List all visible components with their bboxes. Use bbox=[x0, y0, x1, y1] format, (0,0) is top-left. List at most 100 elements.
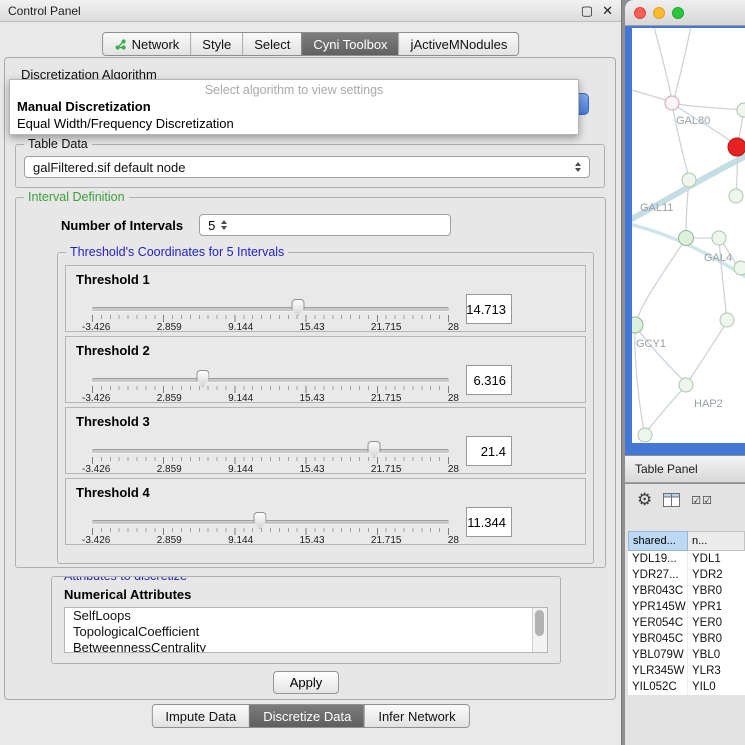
tab-network[interactable]: Network bbox=[103, 33, 191, 55]
network-node[interactable] bbox=[679, 378, 693, 392]
zoom-traffic-light[interactable] bbox=[672, 7, 684, 19]
attributes-list[interactable]: SelfLoops TopologicalCoefficient Between… bbox=[64, 607, 548, 653]
threshold-1-value-field[interactable]: 14.713 bbox=[466, 294, 512, 324]
table-cell[interactable]: YDR2 bbox=[688, 567, 745, 583]
slider-track[interactable] bbox=[92, 307, 449, 312]
scrollbar-thumb[interactable] bbox=[535, 610, 544, 636]
number-of-intervals-combobox[interactable]: 5 bbox=[199, 214, 451, 236]
slider-thumb[interactable] bbox=[253, 512, 266, 529]
network-node[interactable] bbox=[737, 103, 745, 117]
threshold-3-slider[interactable]: -3.426 2.859 9.144 15.43 21.715 28 bbox=[92, 440, 449, 474]
list-scrollbar[interactable] bbox=[532, 608, 547, 652]
table-cell[interactable]: YPR1 bbox=[688, 599, 745, 615]
threshold-2-value-field[interactable]: 6.316 bbox=[466, 365, 512, 395]
table-row[interactable]: YBR043C YBR0 bbox=[628, 583, 745, 599]
table-cell[interactable]: YDL19... bbox=[628, 551, 688, 567]
table-panel-titlebar[interactable]: Table Panel bbox=[625, 456, 745, 483]
table-cell[interactable]: YBR0 bbox=[688, 583, 745, 599]
threshold-4-value-field[interactable]: 11.344 bbox=[466, 507, 512, 537]
table-cell[interactable]: YIL052C bbox=[628, 679, 688, 695]
network-node[interactable] bbox=[712, 231, 726, 245]
table-cell[interactable]: YBR045C bbox=[628, 631, 688, 647]
table-row[interactable]: YDR27... YDR2 bbox=[628, 567, 745, 583]
tab-style[interactable]: Style bbox=[190, 33, 242, 55]
table-row[interactable]: YIL052C YIL0 bbox=[628, 679, 745, 695]
table-row[interactable]: YPR145W YPR1 bbox=[628, 599, 745, 615]
slider-thumb[interactable] bbox=[196, 370, 209, 387]
slider-track[interactable] bbox=[92, 520, 449, 525]
table-cell[interactable]: YBR0 bbox=[688, 631, 745, 647]
checkbox-icons[interactable]: ☑☑ bbox=[691, 494, 713, 507]
numerical-attributes-label: Numerical Attributes bbox=[64, 587, 191, 602]
list-item[interactable]: TopologicalCoefficient bbox=[65, 624, 547, 640]
table-cell[interactable]: YER054C bbox=[628, 615, 688, 631]
scale-label: 28 bbox=[448, 393, 459, 404]
table-row[interactable]: YER054C YER0 bbox=[628, 615, 745, 631]
network-node[interactable] bbox=[734, 261, 745, 275]
slider-thumb[interactable] bbox=[368, 441, 381, 458]
table-row[interactable]: YBL079W YBL0 bbox=[628, 647, 745, 663]
table-cell[interactable]: YBL0 bbox=[688, 647, 745, 663]
table-cell[interactable]: YDR27... bbox=[628, 567, 688, 583]
table-cell[interactable]: YER0 bbox=[688, 615, 745, 631]
network-canvas[interactable]: GAL80 GAL11 GAL4 GCY1 HAP2 bbox=[632, 28, 745, 443]
tab-jactivemnodules[interactable]: jActiveMNodules bbox=[399, 33, 519, 55]
slider-track[interactable] bbox=[92, 378, 449, 383]
slider-thumb[interactable] bbox=[291, 299, 304, 316]
close-icon[interactable]: ✕ bbox=[602, 3, 613, 19]
settings-gear-icon[interactable]: ⚙ bbox=[637, 490, 652, 510]
network-node[interactable] bbox=[638, 428, 652, 442]
table-cell[interactable]: YBR043C bbox=[628, 583, 688, 599]
column-header-shared-name[interactable]: shared... bbox=[628, 531, 688, 551]
threshold-3-value-field[interactable]: 21.4 bbox=[466, 436, 512, 466]
table-data-legend: Table Data bbox=[24, 137, 92, 151]
table-cell[interactable]: YBL079W bbox=[628, 647, 688, 663]
table-header-row: shared... n... bbox=[628, 531, 745, 551]
table-cell[interactable]: YDL1 bbox=[688, 551, 745, 567]
scale-label: 9.144 bbox=[228, 393, 253, 404]
network-node[interactable] bbox=[682, 173, 696, 187]
column-header-name[interactable]: n... bbox=[688, 531, 745, 551]
table-cell[interactable]: YIL0 bbox=[688, 679, 745, 695]
scale-label: -3.426 bbox=[82, 464, 110, 475]
float-window-icon[interactable]: ▢ bbox=[581, 3, 593, 19]
tab-style-label: Style bbox=[202, 37, 231, 52]
threshold-4-slider[interactable]: -3.426 2.859 9.144 15.43 21.715 28 bbox=[92, 511, 449, 545]
network-node[interactable] bbox=[632, 317, 643, 333]
apply-button[interactable]: Apply bbox=[273, 671, 339, 694]
table-row[interactable]: YLR345W YLR3 bbox=[628, 663, 745, 679]
table-row[interactable]: YBR045C YBR0 bbox=[628, 631, 745, 647]
network-node[interactable] bbox=[720, 313, 734, 327]
combo-arrows-icon bbox=[575, 162, 581, 172]
list-item[interactable]: BetweennessCentrality bbox=[65, 640, 547, 653]
tab-impute-data[interactable]: Impute Data bbox=[152, 705, 249, 727]
scale-label: 15.43 bbox=[300, 535, 325, 546]
table-data-combobox[interactable]: galFiltered.sif default node bbox=[24, 156, 590, 178]
tab-cyni-toolbox[interactable]: Cyni Toolbox bbox=[301, 33, 398, 55]
network-nodes[interactable] bbox=[632, 96, 745, 442]
minimize-traffic-light[interactable] bbox=[653, 7, 665, 19]
tab-infer-network[interactable]: Infer Network bbox=[364, 705, 468, 727]
network-node-selected-red[interactable] bbox=[728, 138, 745, 156]
table-columns-icon[interactable] bbox=[663, 493, 680, 507]
table-cell[interactable]: YLR345W bbox=[628, 663, 688, 679]
tab-select[interactable]: Select bbox=[242, 33, 301, 55]
control-panel-titlebar[interactable]: Control Panel ▢ ✕ bbox=[0, 0, 621, 22]
network-node[interactable] bbox=[679, 231, 694, 246]
algorithm-option-equal-width[interactable]: Equal Width/Frequency Discretization bbox=[10, 115, 578, 132]
algorithm-option-manual[interactable]: Manual Discretization bbox=[10, 98, 578, 115]
tab-discretize-data[interactable]: Discretize Data bbox=[249, 705, 364, 727]
table-cell[interactable]: YLR3 bbox=[688, 663, 745, 679]
tab-cyni-toolbox-label: Cyni Toolbox bbox=[313, 37, 387, 52]
table-cell[interactable]: YPR145W bbox=[628, 599, 688, 615]
list-item[interactable]: SelfLoops bbox=[65, 608, 547, 624]
network-node[interactable] bbox=[729, 189, 743, 203]
threshold-1-slider[interactable]: -3.426 2.859 9.144 15.43 21.715 28 bbox=[92, 298, 449, 332]
attributes-group: Attributes to discretize Numerical Attri… bbox=[51, 576, 561, 664]
threshold-2-slider[interactable]: -3.426 2.859 9.144 15.43 21.715 28 bbox=[92, 369, 449, 403]
table-row[interactable]: YDL19... YDL1 bbox=[628, 551, 745, 567]
network-window-titlebar[interactable] bbox=[625, 0, 745, 26]
network-node[interactable] bbox=[665, 96, 679, 110]
close-traffic-light[interactable] bbox=[634, 7, 646, 19]
slider-track[interactable] bbox=[92, 449, 449, 454]
